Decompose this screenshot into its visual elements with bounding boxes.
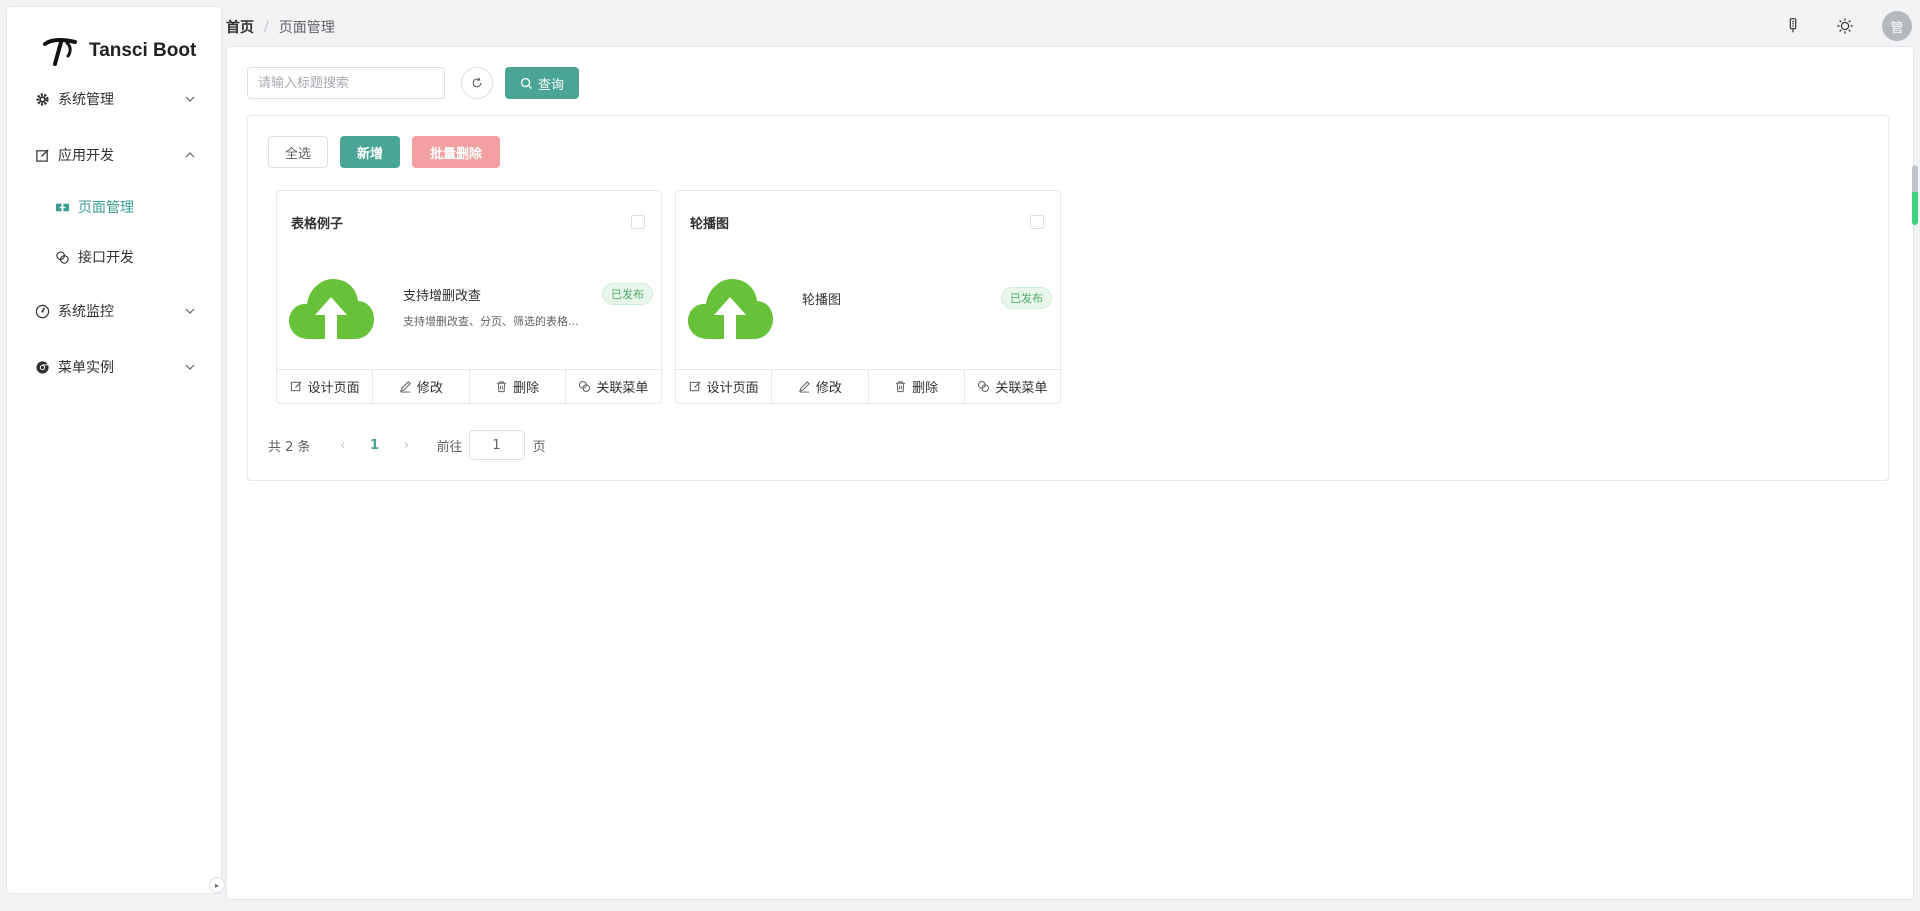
card-footer: 设计页面 修改 删除 关联菜单: [676, 369, 1060, 403]
delete-label: 删除: [513, 381, 540, 396]
logo-icon: [43, 37, 77, 66]
breadcrumb-separator: /: [264, 19, 269, 35]
delete-label: 删除: [912, 381, 939, 396]
sidebar-item-page-management[interactable]: 页面管理: [7, 187, 223, 227]
sun-icon[interactable]: [1830, 11, 1860, 41]
page-icon: [53, 198, 71, 216]
upload-cloud-icon: [688, 279, 773, 339]
logo: Tansci Boot: [7, 29, 221, 73]
card-checkbox[interactable]: [1030, 215, 1044, 229]
edit-icon: [33, 146, 51, 164]
chevron-left-icon[interactable]: ‹: [329, 438, 357, 453]
breadcrumb-home[interactable]: 首页: [226, 17, 254, 37]
chevron-down-icon: [185, 364, 195, 370]
pagination: 共 2 条 ‹ 1 › 前往 页: [268, 430, 546, 460]
query-button-label: 查询: [538, 77, 565, 93]
search-icon: [520, 77, 533, 89]
microphone-icon[interactable]: [1778, 11, 1808, 41]
gear-icon: [33, 90, 51, 108]
main-content: 查询 全选 新增 批量删除 表格例子 支持增删改查 支持增删改查、分页、筛选的表…: [226, 46, 1914, 900]
pencil-icon: [798, 381, 810, 393]
link-menu-label: 关联菜单: [995, 381, 1048, 396]
edit-icon: [689, 381, 701, 392]
sidebar-item-label: 系统管理: [58, 92, 114, 108]
add-button[interactable]: 新增: [340, 136, 400, 168]
page-card: 轮播图 轮播图 已发布 设计页面 修改 删除 关联菜单: [675, 190, 1061, 404]
design-page-button[interactable]: 设计页面: [676, 370, 773, 403]
pagination-goto-label: 前往: [436, 439, 463, 455]
refresh-icon: [472, 77, 482, 88]
app-name: Tansci Boot: [89, 40, 197, 61]
design-page-label: 设计页面: [706, 381, 759, 396]
page-card: 表格例子 支持增删改查 支持增删改查、分页、筛选的表格... 已发布 设计页面: [276, 190, 662, 404]
query-button[interactable]: 查询: [505, 67, 580, 99]
sidebar-item-system-monitor[interactable]: 系统监控: [7, 291, 223, 331]
sidebar-item-label: 系统监控: [58, 304, 114, 320]
pagination-page[interactable]: 1: [357, 438, 393, 453]
card-name: 轮播图: [802, 293, 842, 308]
card-description: 支持增删改查、分页、筛选的表格...: [403, 315, 579, 328]
sidebar-collapse-button[interactable]: ▸: [209, 877, 225, 893]
sidebar-item-menu-examples[interactable]: 菜单实例: [7, 347, 223, 387]
link-icon: [53, 248, 71, 266]
card-name: 支持增删改查: [403, 289, 482, 304]
delete-button[interactable]: 删除: [869, 370, 965, 403]
pagination-total: 共 2 条: [268, 439, 311, 455]
chrome-icon: [33, 358, 51, 376]
chevron-down-icon: [185, 96, 195, 102]
trash-icon: [496, 381, 507, 393]
toolbar: 全选 新增 批量删除: [268, 136, 500, 168]
link-menu-label: 关联菜单: [596, 381, 649, 396]
sidebar-item-api-development[interactable]: 接口开发: [7, 237, 223, 277]
edit-label: 修改: [815, 381, 842, 396]
page-list-panel: 全选 新增 批量删除 表格例子 支持增删改查 支持增删改查、分页、筛选的表格..…: [247, 115, 1889, 481]
avatar[interactable]: 管: [1882, 11, 1912, 41]
sidebar-item-system-management[interactable]: 系统管理: [7, 79, 223, 119]
breadcrumb-current: 页面管理: [278, 20, 335, 36]
status-badge: 已发布: [602, 283, 653, 305]
design-page-label: 设计页面: [307, 381, 360, 396]
edit-button[interactable]: 修改: [373, 370, 470, 403]
link-menu-button[interactable]: 关联菜单: [965, 370, 1060, 403]
sidebar-item-app-development[interactable]: 应用开发: [7, 135, 223, 175]
edit-icon: [290, 381, 302, 392]
chevron-down-icon: [185, 308, 195, 314]
gauge-icon: [33, 302, 51, 320]
card-footer: 设计页面 修改 删除 关联菜单: [277, 369, 661, 403]
card-title: 表格例子: [291, 217, 344, 232]
trash-icon: [895, 381, 906, 393]
chevron-right-icon[interactable]: ›: [393, 438, 421, 453]
card-checkbox[interactable]: [631, 215, 645, 229]
edit-label: 修改: [416, 381, 443, 396]
breadcrumb: 首页 / 页面管理: [226, 17, 335, 37]
sidebar-item-label: 应用开发: [58, 148, 114, 164]
sidebar: Tansci Boot 系统管理 应用开发 页面管理 接口开发 系统监控 菜单实…: [6, 6, 225, 894]
search-bar: 查询: [247, 67, 580, 99]
header-actions: 管: [1778, 11, 1912, 41]
scrollbar[interactable]: [1912, 165, 1920, 225]
design-page-button[interactable]: 设计页面: [277, 370, 374, 403]
chevron-up-icon: [185, 152, 195, 158]
status-badge: 已发布: [1001, 287, 1052, 309]
delete-button[interactable]: 删除: [470, 370, 566, 403]
sidebar-item-label: 菜单实例: [58, 360, 114, 376]
link-menu-button[interactable]: 关联菜单: [566, 370, 661, 403]
pagination-page-unit: 页: [532, 439, 546, 455]
card-title: 轮播图: [690, 217, 730, 232]
search-input[interactable]: [247, 67, 445, 99]
edit-button[interactable]: 修改: [772, 370, 869, 403]
select-all-button[interactable]: 全选: [268, 136, 328, 168]
refresh-button[interactable]: [461, 67, 493, 99]
scrollbar-thumb[interactable]: [1912, 165, 1918, 225]
batch-delete-button[interactable]: 批量删除: [412, 136, 500, 168]
upload-cloud-icon: [289, 279, 374, 339]
pagination-goto-input[interactable]: [468, 430, 525, 460]
link-icon: [579, 380, 591, 393]
sidebar-item-label: 页面管理: [78, 200, 134, 216]
sidebar-item-label: 接口开发: [78, 250, 134, 266]
link-icon: [978, 380, 990, 393]
pencil-icon: [399, 381, 411, 393]
app-root: Tansci Boot 系统管理 应用开发 页面管理 接口开发 系统监控 菜单实…: [0, 0, 1920, 911]
